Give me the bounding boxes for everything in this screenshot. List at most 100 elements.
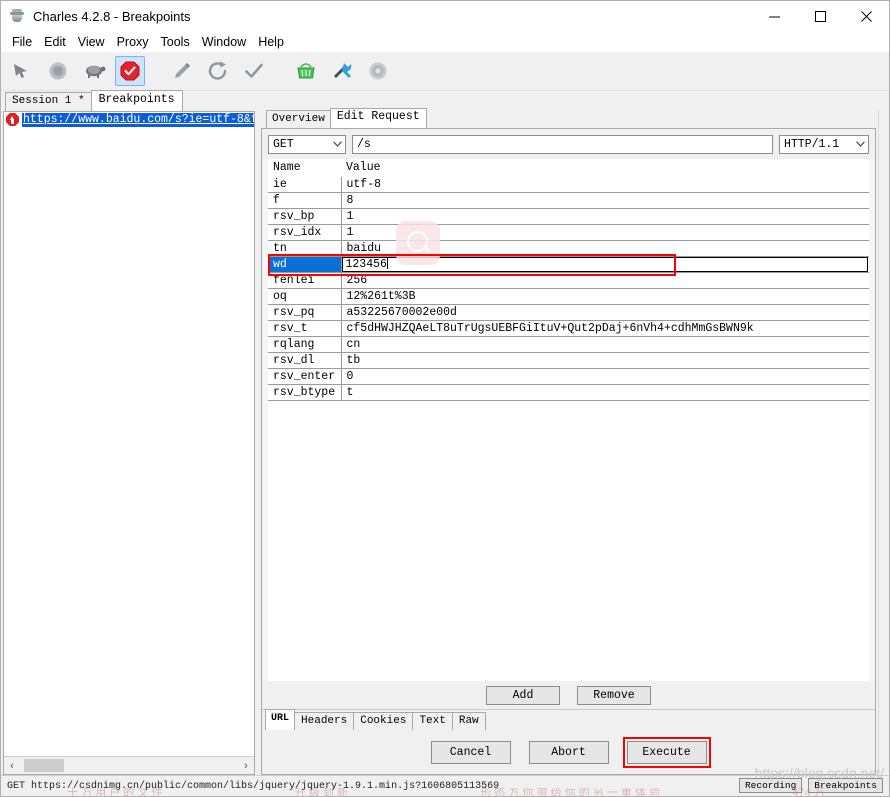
tab-overview[interactable]: Overview (266, 110, 331, 128)
menu-proxy[interactable]: Proxy (111, 33, 155, 51)
table-row[interactable]: f8 (268, 192, 869, 209)
tab-edit-request[interactable]: Edit Request (329, 108, 427, 128)
table-row[interactable]: rsv_bp 1 (268, 208, 869, 225)
table-row[interactable]: rsv_t cf5dHWJHZQAeLT8uTrUgsUEBFGiItuV+Qut… (268, 320, 869, 337)
toolbar (1, 52, 889, 91)
record-icon[interactable] (43, 56, 73, 86)
param-name: tn (268, 240, 342, 257)
scroll-thumb[interactable] (24, 759, 64, 772)
breakpoint-list-panel: https://www.baidu.com/s?ie=utf-8&f=8&r ‹… (3, 111, 255, 775)
menu-help[interactable]: Help (252, 33, 290, 51)
menu-bar: File Edit View Proxy Tools Window Help (1, 31, 889, 52)
subtab-headers[interactable]: Headers (294, 712, 355, 730)
path-input[interactable]: /s (352, 134, 773, 154)
chevron-down-icon[interactable] (852, 136, 868, 153)
list-item[interactable]: https://www.baidu.com/s?ie=utf-8&f=8&r (4, 112, 254, 127)
title-bar: Charles 4.2.8 - Breakpoints (1, 1, 889, 31)
clear-icon[interactable] (7, 56, 37, 86)
column-header-name: Name (268, 159, 341, 177)
request-editor-panel: Overview Edit Request GET /s HTTP/1.1 Na… (261, 108, 876, 775)
table-row[interactable]: fenlei 256 (268, 272, 869, 289)
http-version-value: HTTP/1.1 (784, 137, 840, 151)
param-value[interactable]: utf-8 (341, 176, 869, 193)
param-value[interactable]: cf5dHWJHZQAeLT8uTrUgsUEBFGiItuV+Qut2pDaj… (341, 320, 869, 337)
param-name: rsv_idx (268, 224, 342, 241)
session-tab-breakpoints[interactable]: Breakpoints (90, 90, 183, 111)
param-value[interactable]: 256 (341, 272, 869, 289)
add-button[interactable]: Add (486, 685, 560, 705)
tools-wrench-icon[interactable] (327, 56, 357, 86)
highlight-box-execute (622, 736, 711, 768)
compose-pencil-icon[interactable] (167, 56, 197, 86)
table-row[interactable]: ie utf-8 (268, 176, 869, 193)
method-select[interactable]: GET (268, 134, 346, 154)
param-value[interactable]: 8 (341, 192, 869, 209)
settings-gear-icon[interactable] (363, 56, 393, 86)
param-name: rsv_enter (268, 368, 342, 385)
maximize-icon[interactable] (797, 1, 843, 31)
close-icon[interactable] (843, 1, 889, 31)
minimize-icon[interactable] (751, 1, 797, 31)
dialog-action-bar: Cancel Abort Execute (262, 730, 875, 774)
table-row[interactable]: tn baidu (268, 240, 869, 257)
window-controls (751, 1, 889, 31)
param-value[interactable]: cn (341, 336, 869, 353)
window-title: Charles 4.2.8 - Breakpoints (33, 8, 191, 24)
table-row[interactable]: oq 12%261t%3B (268, 288, 869, 305)
param-name: rsv_btype (268, 384, 342, 401)
param-name: wd (268, 256, 342, 273)
param-value[interactable]: t (341, 384, 869, 401)
param-value[interactable]: 0 (341, 368, 869, 385)
param-value[interactable]: 12%261t%3B (341, 288, 869, 305)
breakpoints-stop-icon[interactable] (115, 56, 145, 86)
status-text: GET https://csdnimg.cn/public/common/lib… (7, 780, 500, 792)
scroll-right-icon[interactable]: › (238, 758, 254, 773)
scroll-track[interactable] (20, 758, 238, 773)
param-value[interactable]: tb (341, 352, 869, 369)
table-body: ie utf-8 f8 rsv_bp 1 rsv_idx 1 tn baidu wd 1… (268, 176, 869, 401)
left-horizontal-scrollbar[interactable]: ‹ › (4, 756, 254, 774)
http-version-select[interactable]: HTTP/1.1 (779, 134, 869, 154)
remove-button[interactable]: Remove (577, 685, 651, 705)
menu-file[interactable]: File (6, 33, 38, 51)
table-row-selected[interactable]: wd 123456 (268, 256, 869, 273)
breakpoint-red-icon (6, 113, 19, 126)
table-row[interactable]: rsv_btype t (268, 384, 869, 401)
param-value[interactable]: a53225670002e00d (341, 304, 869, 321)
param-name: fenlei (268, 272, 342, 289)
breakpoints-toggle[interactable]: Breakpoints (808, 778, 883, 793)
chevron-down-icon[interactable] (329, 136, 345, 153)
validate-check-icon[interactable] (239, 56, 269, 86)
param-name: rsv_bp (268, 208, 342, 225)
basket-icon[interactable] (291, 56, 321, 86)
right-vertical-scrollbar[interactable] (878, 111, 889, 775)
cancel-button[interactable]: Cancel (430, 740, 511, 764)
param-name: rqlang (268, 336, 342, 353)
method-value: GET (273, 137, 294, 151)
request-tab-bar: Overview Edit Request (261, 108, 876, 128)
abort-button[interactable]: Abort (528, 740, 609, 764)
subtab-cookies[interactable]: Cookies (353, 712, 414, 730)
subtab-url[interactable]: URL (265, 709, 296, 730)
menu-edit[interactable]: Edit (38, 33, 72, 51)
table-header-row: Name Value (268, 159, 869, 177)
throttle-turtle-icon[interactable] (79, 56, 109, 86)
session-tab-bar: Session 1 * Breakpoints (1, 90, 889, 111)
search-magnifier-watermark-icon (396, 221, 440, 265)
table-row[interactable]: rsv_dl tb (268, 352, 869, 369)
subtab-raw[interactable]: Raw (451, 712, 486, 730)
table-row[interactable]: rsv_pq a53225670002e00d (268, 304, 869, 321)
menu-tools[interactable]: Tools (155, 33, 196, 51)
table-action-row: Add Remove (262, 681, 875, 709)
scroll-left-icon[interactable]: ‹ (4, 758, 20, 773)
table-row[interactable]: rqlang cn (268, 336, 869, 353)
menu-window[interactable]: Window (196, 33, 252, 51)
table-row[interactable]: rsv_enter 0 (268, 368, 869, 385)
repeat-refresh-icon[interactable] (203, 56, 233, 86)
menu-view[interactable]: View (72, 33, 111, 51)
recording-toggle[interactable]: Recording (738, 778, 803, 793)
main-split: https://www.baidu.com/s?ie=utf-8&f=8&r ‹… (1, 108, 889, 775)
table-row[interactable]: rsv_idx 1 (268, 224, 869, 241)
subtab-text[interactable]: Text (412, 712, 453, 730)
session-tab-session1[interactable]: Session 1 * (5, 92, 92, 111)
